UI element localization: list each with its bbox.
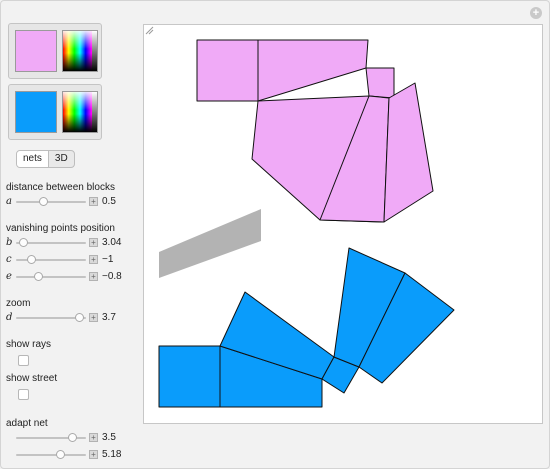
var-d: d <box>6 312 13 323</box>
slider-thumb-b[interactable] <box>19 238 29 247</box>
var-c: c <box>6 254 12 265</box>
plus-icon[interactable]: + <box>89 255 98 264</box>
distance-label: distance between blocks <box>6 182 115 193</box>
net-drawing <box>158 39 455 408</box>
adapt-net-label: adapt net <box>6 418 48 429</box>
show-street-label: show street <box>6 373 58 384</box>
slider-a[interactable] <box>16 201 86 203</box>
net-face-pink <box>365 67 395 99</box>
slider-thumb-adapt1[interactable] <box>67 433 77 442</box>
slider-thumb-adapt2[interactable] <box>55 450 65 459</box>
tab-3d[interactable]: 3D <box>49 151 74 167</box>
color-picker-block2[interactable] <box>8 84 102 140</box>
resize-grip-icon[interactable] <box>144 25 154 35</box>
value-c: −1 <box>102 254 114 265</box>
street-shape <box>159 209 261 278</box>
plus-icon[interactable]: + <box>89 313 98 322</box>
value-a: 0.5 <box>102 196 116 207</box>
slider-thumb-c[interactable] <box>26 255 36 264</box>
value-e: −0.8 <box>102 271 122 282</box>
zoom-label: zoom <box>6 298 31 309</box>
tab-nets[interactable]: nets <box>17 151 49 167</box>
var-b: b <box>6 237 13 248</box>
var-e: e <box>6 271 12 282</box>
value-adapt2: 5.18 <box>102 449 122 460</box>
net-face-pink <box>383 82 434 223</box>
color-swatch-block2[interactable] <box>15 91 57 133</box>
plus-circle-icon[interactable]: + <box>530 7 542 19</box>
plus-icon[interactable]: + <box>89 197 98 206</box>
net-face-pink <box>196 39 259 102</box>
view-toggle[interactable]: nets 3D <box>16 150 75 168</box>
net-face-pink <box>257 39 369 102</box>
color-picker-block1[interactable] <box>8 23 102 79</box>
slider-adapt2[interactable] <box>16 454 86 456</box>
net-face-blue <box>158 345 221 408</box>
value-d: 3.7 <box>102 312 116 323</box>
slider-thumb-d[interactable] <box>74 313 84 322</box>
value-adapt1: 3.5 <box>102 432 116 443</box>
slider-e[interactable] <box>16 276 86 278</box>
color-spectrum-icon[interactable] <box>62 30 98 72</box>
color-swatch-block1[interactable] <box>15 30 57 72</box>
graphics-canvas[interactable] <box>143 24 543 424</box>
var-a: a <box>6 196 12 207</box>
color-spectrum-icon[interactable] <box>62 91 98 133</box>
value-b: 3.04 <box>102 237 122 248</box>
vanishing-label: vanishing points position <box>6 223 115 234</box>
plus-icon[interactable]: + <box>89 238 98 247</box>
plus-icon[interactable]: + <box>89 272 98 281</box>
show-rays-checkbox[interactable] <box>18 355 29 366</box>
show-rays-label: show rays <box>6 339 52 350</box>
plus-icon[interactable]: + <box>89 433 98 442</box>
show-street-checkbox[interactable] <box>18 389 29 400</box>
plus-icon[interactable]: + <box>89 450 98 459</box>
